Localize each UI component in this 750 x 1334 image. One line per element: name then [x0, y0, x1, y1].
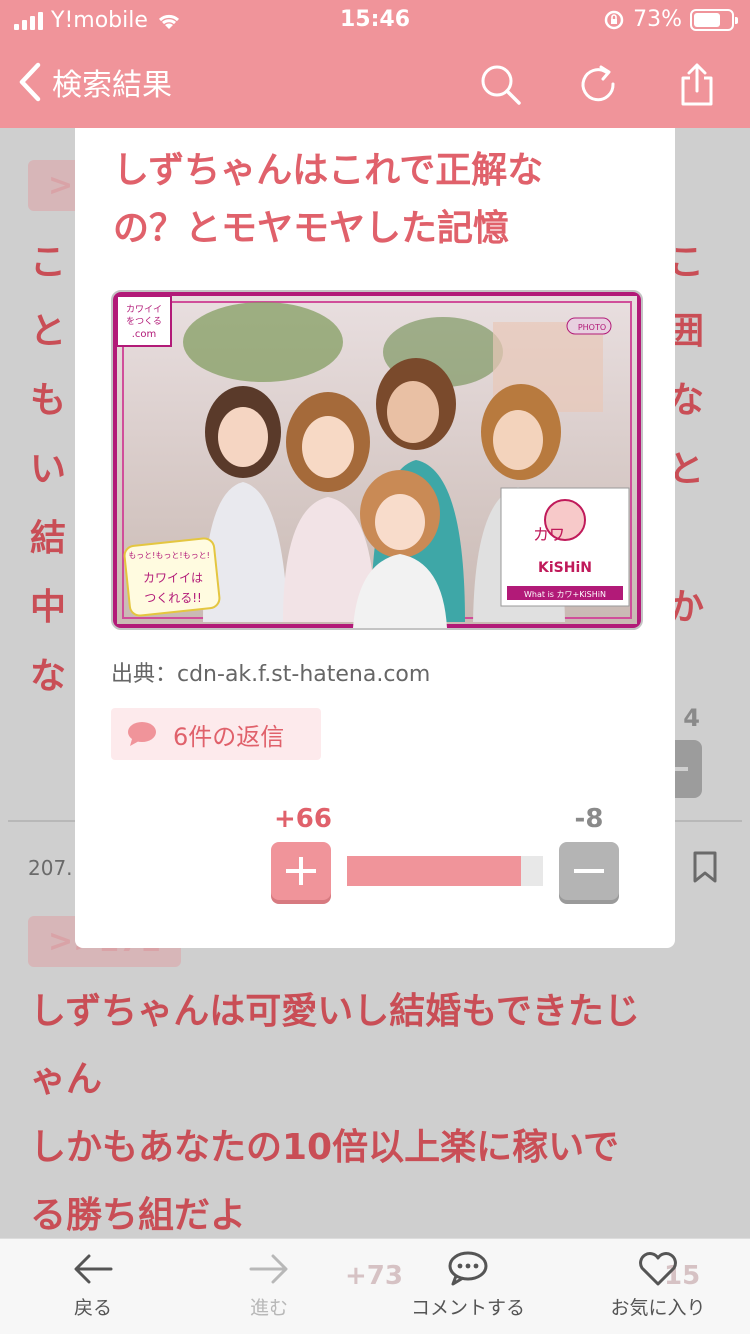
svg-text:カワイイは: カワイイは — [143, 571, 203, 585]
hidden-plus-count: +73 — [345, 1261, 403, 1291]
minus-icon — [574, 869, 604, 873]
tab-comment-label: コメントする — [410, 1297, 525, 1319]
tab-back-label: 戻る — [73, 1297, 112, 1319]
svg-text:What is カワ+KiSHiN: What is カワ+KiSHiN — [524, 590, 606, 599]
forward-arrow-icon — [249, 1254, 288, 1284]
battery-icon — [690, 8, 738, 31]
vote-ratio-fill — [347, 856, 522, 886]
orientation-lock-icon — [604, 10, 624, 29]
refresh-icon[interactable] — [576, 62, 622, 108]
quoted-photo[interactable]: カワイイ をつくる .com PHOTO カワ KiSHiN What is カ… — [111, 290, 643, 630]
status-right: 73% — [603, 7, 738, 32]
plus-count: +66 — [274, 804, 332, 834]
comment-popup: しずちゃんはこれで正解な の？とモヤモヤした記憶 カワイイ をつくる .com … — [75, 128, 675, 948]
tab-comment[interactable]: コメントする — [398, 1239, 538, 1334]
tab-forward-label: 進む — [249, 1297, 288, 1319]
back-label: 検索結果 — [52, 68, 172, 103]
svg-text:カワ: カワ — [533, 525, 565, 544]
back-button[interactable]: 検索結果 — [16, 60, 172, 104]
minus-count-background: 4 — [683, 704, 700, 732]
chevron-left-icon — [19, 62, 41, 102]
minus-count: -8 — [574, 804, 604, 834]
svg-text:カワイイ: カワイイ — [126, 304, 162, 315]
tab-back[interactable]: 戻る — [46, 1239, 140, 1334]
heart-icon — [639, 1252, 677, 1286]
nav-actions — [478, 62, 720, 108]
svg-text:PHOTO: PHOTO — [578, 323, 606, 332]
bookmark-icon[interactable] — [692, 850, 718, 884]
svg-text:もっと!もっと!もっと!: もっと!もっと!もっと! — [128, 551, 210, 560]
svg-text:KiSHiN: KiSHiN — [538, 560, 592, 576]
tab-favorite[interactable]: お気に入り — [598, 1239, 718, 1334]
vote-ratio-bar — [347, 856, 543, 886]
nav-bar: 検索結果 — [0, 40, 750, 128]
svg-text:.com: .com — [132, 329, 157, 340]
popup-title: しずちゃんはこれで正解な の？とモヤモヤした記憶 — [113, 150, 544, 249]
photo-illustration: カワイイ をつくる .com PHOTO カワ KiSHiN What is カ… — [113, 292, 641, 628]
tab-forward[interactable]: 進む — [222, 1239, 316, 1334]
bottom-tab-bar: +73 15 戻る 進む コメントする お気に入り — [0, 1238, 750, 1334]
image-source: 出典：cdn-ak.f.st-hatena.com — [111, 662, 431, 687]
replies-label: 6件の返信 — [173, 722, 285, 751]
tab-favorite-label: お気に入り — [610, 1297, 706, 1319]
svg-text:をつくる: をつくる — [126, 316, 162, 327]
share-icon[interactable] — [674, 62, 720, 108]
comment-icon — [448, 1251, 488, 1286]
comment-number: 207. — [28, 856, 73, 880]
svg-text:つくれる!!: つくれる!! — [144, 591, 202, 605]
plus-vote-button[interactable] — [271, 842, 331, 900]
speech-bubble-icon — [128, 722, 156, 746]
minus-vote-button[interactable] — [559, 842, 619, 900]
status-bar: Y!mobile 15:46 73% — [0, 0, 750, 40]
search-icon[interactable] — [478, 62, 524, 108]
comment-body-207: しずちゃんは可愛いし結婚もできたじ ゃん しかもあなたの10倍以上楽に稼いで る… — [30, 991, 640, 1236]
back-arrow-icon — [74, 1254, 113, 1284]
battery-percent: 73% — [633, 7, 682, 32]
replies-button[interactable]: 6件の返信 — [111, 708, 321, 760]
